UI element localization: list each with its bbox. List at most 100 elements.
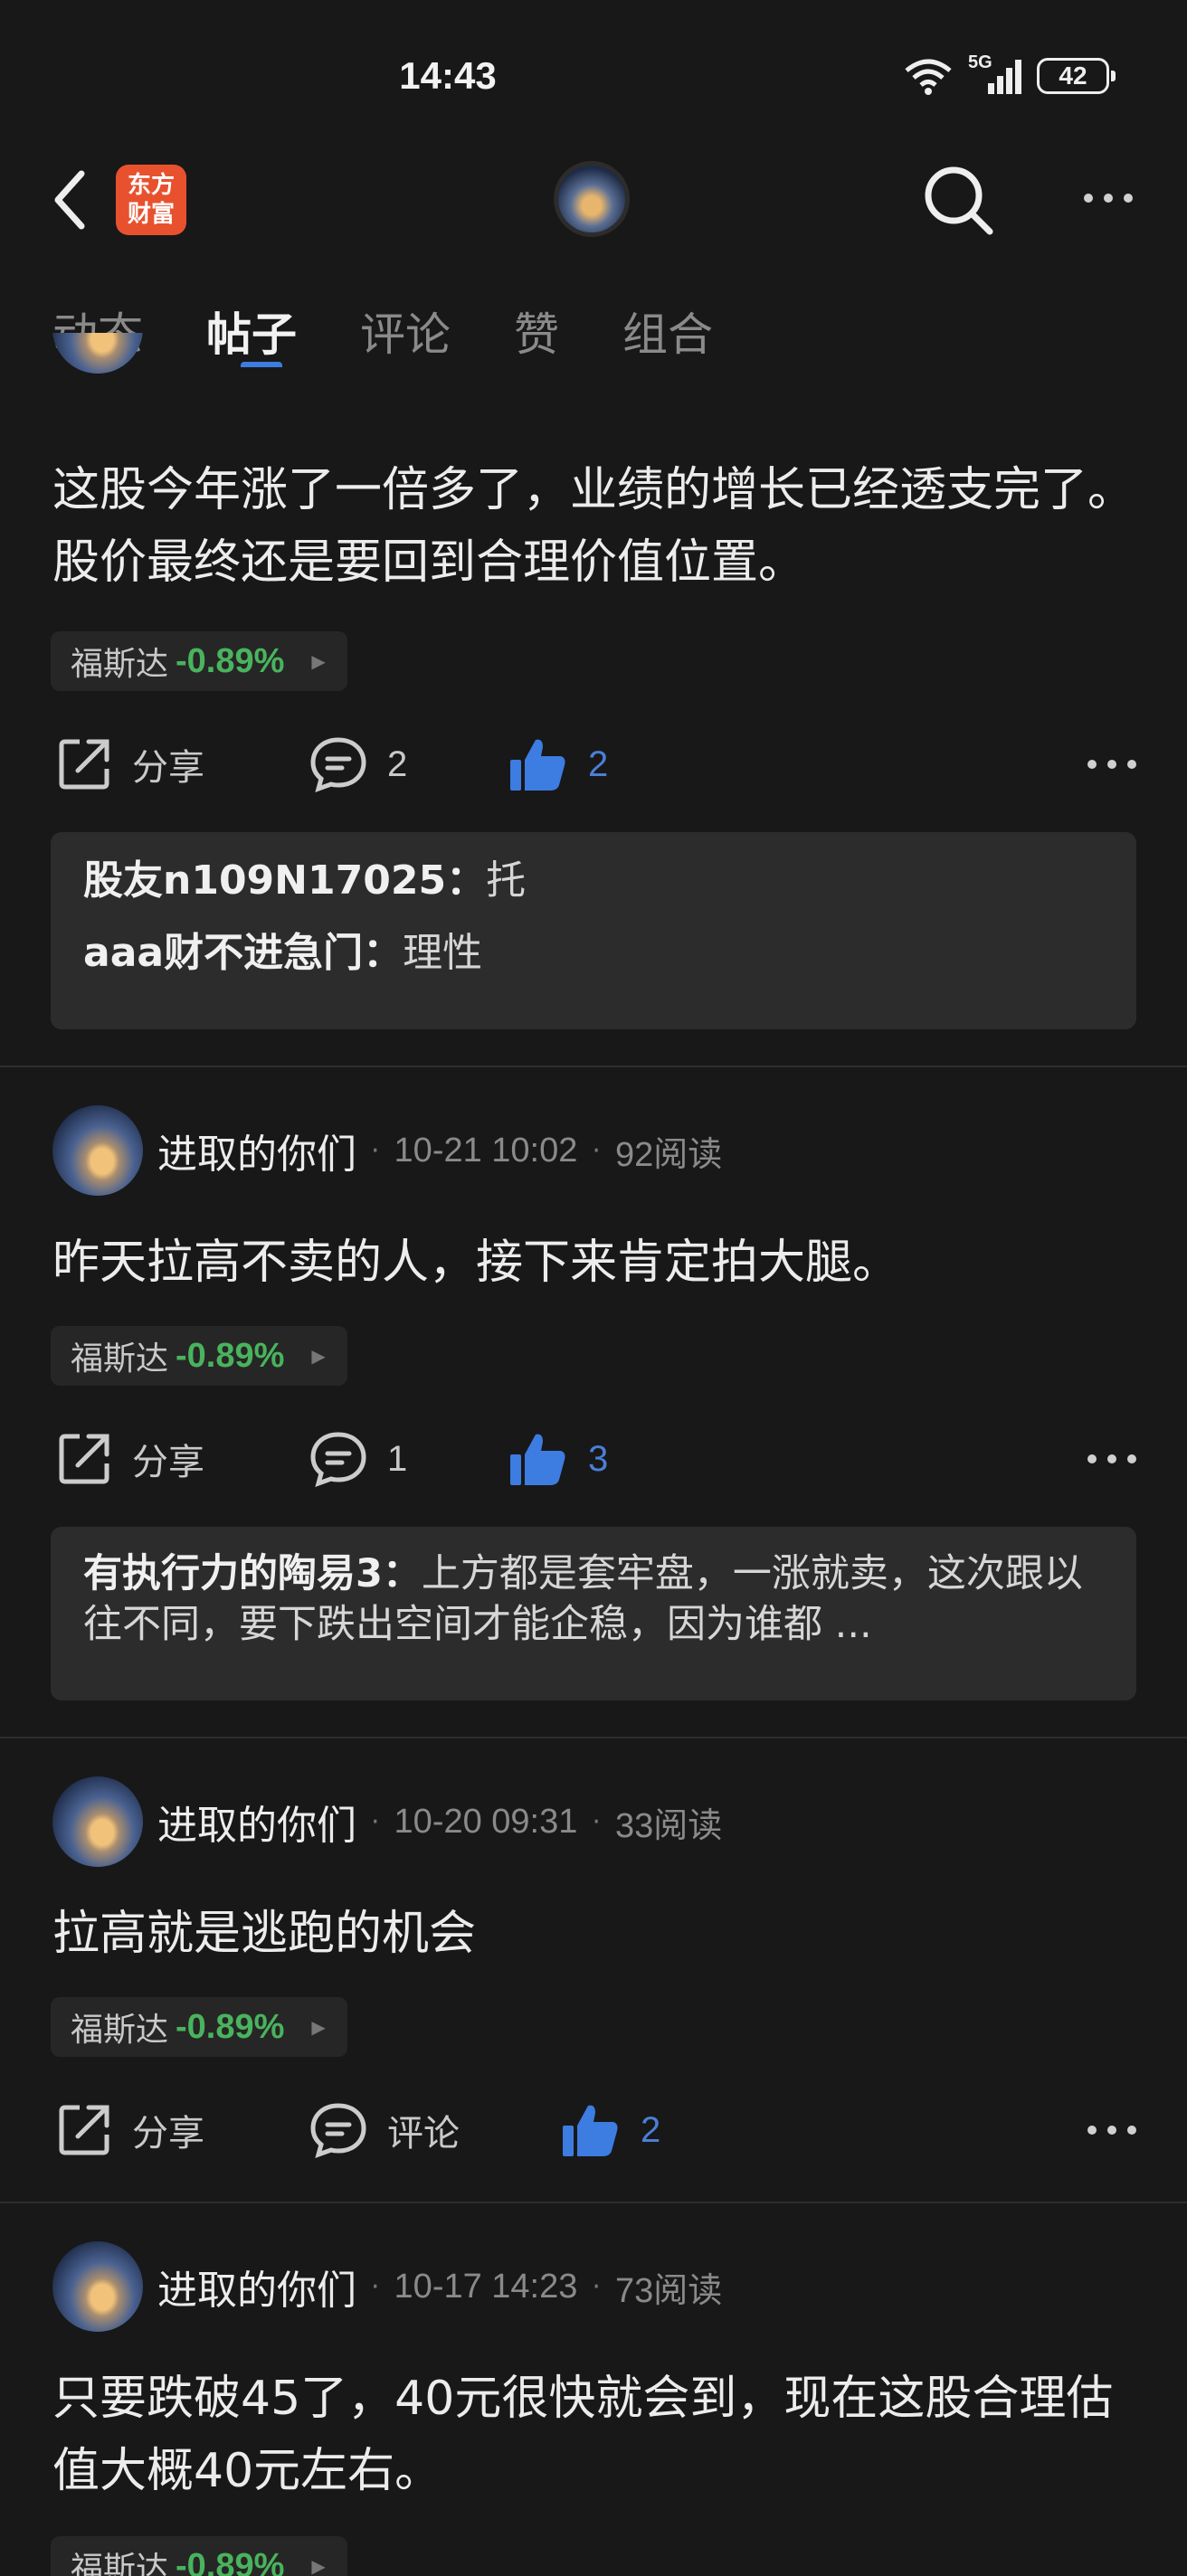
reply-user[interactable]: aaa财不进急门： <box>83 930 403 976</box>
post-more-icon[interactable] <box>1087 1454 1136 1463</box>
comment-icon <box>310 1432 366 1487</box>
author-name[interactable]: 进取的你们 <box>157 1122 356 1179</box>
play-icon: ▶ <box>311 1345 326 1367</box>
stock-tag[interactable]: 福斯达 -0.89% ▶ <box>51 1997 347 2057</box>
play-icon: ▶ <box>311 2016 326 2038</box>
separator-dot: · <box>371 2270 380 2303</box>
stock-tag[interactable]: 福斯达 -0.89% ▶ <box>51 631 347 691</box>
comment-button[interactable]: 评论 <box>309 2102 460 2158</box>
reply-user[interactable]: 有执行力的陶易3： <box>83 1551 422 1596</box>
share-label: 分享 <box>132 2113 204 2155</box>
stock-name: 福斯达 <box>71 1340 169 1378</box>
divider <box>0 2202 1187 2203</box>
app-logo[interactable]: 东方 财富 <box>116 165 186 235</box>
share-icon <box>59 739 109 790</box>
more-icon[interactable] <box>1084 194 1133 203</box>
separator-dot: · <box>371 1805 380 1838</box>
wifi-icon <box>905 59 952 95</box>
thumbs-up-icon <box>563 2105 618 2156</box>
stock-name: 福斯达 <box>71 2551 169 2576</box>
like-count: 2 <box>641 2109 661 2150</box>
stock-change: -0.89% <box>176 641 285 680</box>
divider <box>0 1065 1187 1067</box>
separator-dot: · <box>371 1134 380 1167</box>
comment-preview[interactable]: 股友n109N17025：托 aaa财不进急门：理性 <box>51 832 1136 1029</box>
comment-icon <box>310 2103 366 2158</box>
comment-preview[interactable]: 有执行力的陶易3：上方都是套牢盘，一涨就卖，这次跟以往不同，要下跌出空间才能企稳… <box>51 1527 1136 1700</box>
read-count: 33阅读 <box>614 1806 723 1845</box>
comment-label: 评论 <box>387 2113 460 2155</box>
comment-button[interactable]: 2 <box>309 736 407 792</box>
author-row[interactable]: 进取的你们 · 10-20 09:31 · 33阅读 <box>52 1776 722 1867</box>
tab-likes[interactable]: 赞 <box>514 298 559 364</box>
share-icon <box>59 1434 109 1484</box>
post-more-icon[interactable] <box>1087 760 1136 769</box>
post-date: 10-21 10:02 <box>394 1131 578 1170</box>
stock-tag[interactable]: 福斯达 -0.89% ▶ <box>51 1326 347 1386</box>
battery-icon: 42 <box>1037 58 1116 94</box>
reply-text: 理性 <box>403 930 483 976</box>
back-icon[interactable] <box>51 168 87 232</box>
reply-user[interactable]: 股友n109N17025： <box>83 857 486 904</box>
stock-change: -0.89% <box>176 2546 285 2576</box>
stock-name: 福斯达 <box>71 2012 169 2049</box>
separator-dot: · <box>592 1805 601 1838</box>
avatar[interactable] <box>52 2241 143 2332</box>
tab-comments[interactable]: 评论 <box>360 298 451 364</box>
logo-line-1: 东方 <box>127 172 175 199</box>
stock-name: 福斯达 <box>71 646 169 683</box>
signal-icon: 5G <box>968 52 1024 96</box>
post-date: 10-20 09:31 <box>394 1802 578 1841</box>
share-button[interactable]: 分享 <box>56 736 204 792</box>
post-date: 10-17 14:23 <box>394 2267 578 2306</box>
separator-dot: · <box>592 1134 601 1167</box>
avatar[interactable] <box>52 1105 143 1196</box>
comment-count: 2 <box>387 743 408 784</box>
post-text[interactable]: 拉高就是逃跑的机会 <box>52 1898 1138 1970</box>
comment-icon <box>310 737 366 792</box>
post-text[interactable]: 昨天拉高不卖的人，接下来肯定拍大腿。 <box>52 1226 1138 1299</box>
like-count: 3 <box>588 1438 609 1479</box>
author-name[interactable]: 进取的你们 <box>157 1793 356 1851</box>
like-button[interactable]: 3 <box>508 1431 608 1487</box>
share-icon <box>59 2105 109 2155</box>
profile-avatar[interactable] <box>554 161 630 237</box>
reply-text: 托 <box>486 857 527 904</box>
share-label: 分享 <box>132 747 204 789</box>
stock-change: -0.89% <box>176 1336 285 1375</box>
author-name[interactable]: 进取的你们 <box>157 2258 356 2316</box>
thumbs-up-icon <box>510 1434 565 1485</box>
share-button[interactable]: 分享 <box>56 1431 204 1487</box>
thumbs-up-icon <box>510 739 565 791</box>
reply-row: 有执行力的陶易3：上方都是套牢盘，一涨就卖，这次跟以往不同，要下跌出空间才能企稳… <box>83 1548 1104 1650</box>
status-time: 14:43 <box>399 54 497 97</box>
share-button[interactable]: 分享 <box>56 2102 204 2158</box>
author-row[interactable]: 进取的你们 · 10-17 14:23 · 73阅读 <box>52 2241 722 2332</box>
author-row[interactable]: 进取的你们 · 10-21 10:02 · 92阅读 <box>52 1105 722 1196</box>
comment-button[interactable]: 1 <box>309 1431 407 1487</box>
divider <box>0 1737 1187 1738</box>
comment-count: 1 <box>387 1438 408 1479</box>
stock-tag[interactable]: 福斯达 -0.89% ▶ <box>51 2536 347 2576</box>
like-count: 2 <box>588 743 609 784</box>
separator-dot: · <box>592 2270 601 2303</box>
tab-portfolio[interactable]: 组合 <box>622 298 713 364</box>
share-label: 分享 <box>132 1442 204 1483</box>
status-icons: 5G 42 <box>901 52 1116 96</box>
logo-line-2: 财富 <box>127 201 175 228</box>
profile-tabs: 动态 帖子 评论 赞 组合 <box>52 298 713 367</box>
post-text[interactable]: 这股今年涨了一倍多了，业绩的增长已经透支完了。股价最终还是要回到合理价值位置。 <box>52 454 1138 599</box>
tab-posts[interactable]: 帖子 <box>206 298 297 367</box>
reply-row: aaa财不进急门：理性 <box>83 928 1104 979</box>
post-more-icon[interactable] <box>1087 2126 1136 2135</box>
post-text[interactable]: 只要跌破45了，40元很快就会到，现在这股合理估值大概40元左右。 <box>52 2363 1138 2507</box>
read-count: 92阅读 <box>614 1135 723 1174</box>
read-count: 73阅读 <box>614 2271 723 2310</box>
like-button[interactable]: 2 <box>561 2102 660 2158</box>
search-icon[interactable] <box>921 163 997 239</box>
reply-row: 股友n109N17025：托 <box>83 856 1104 906</box>
like-button[interactable]: 2 <box>508 736 608 792</box>
avatar[interactable] <box>52 1776 143 1867</box>
stock-change: -0.89% <box>176 2007 285 2046</box>
play-icon: ▶ <box>311 2555 326 2576</box>
